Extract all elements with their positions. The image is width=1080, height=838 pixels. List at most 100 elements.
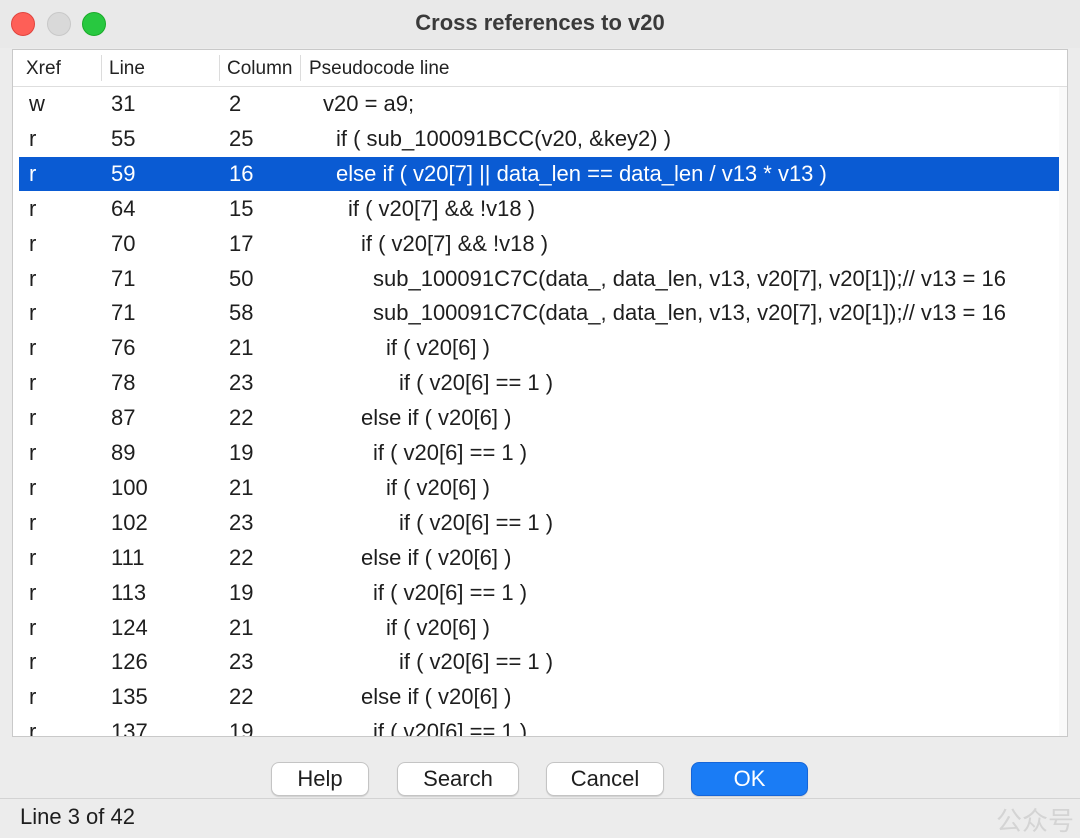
line-cell: 87 [111, 405, 136, 430]
table-row[interactable]: r 70 17 if ( v20[7] && !v18 ) [13, 227, 1067, 261]
column-header-line[interactable]: Line [109, 58, 145, 80]
pseudocode-cell: if ( v20[6] == 1 ) [399, 370, 554, 395]
table-row[interactable]: r 89 19 if ( v20[6] == 1 ) [13, 436, 1067, 470]
xref-table: Xref Line Column Pseudocode line w 31 2 v20… [12, 49, 1068, 737]
line-cell: 78 [111, 370, 136, 395]
table-row[interactable]: r 59 16 else if ( v20[7] || data_len == dat… [19, 157, 1067, 191]
xref-cell: r [29, 335, 37, 360]
column-cell: 22 [229, 684, 254, 709]
column-cell: 21 [229, 615, 254, 640]
table-row[interactable]: r 76 21 if ( v20[6] ) [13, 331, 1067, 365]
xref-cell: r [29, 545, 37, 570]
help-button[interactable]: Help [271, 762, 369, 796]
column-cell: 16 [229, 161, 254, 186]
pseudocode-cell: if ( sub_100091BCC(v20, &key2) ) [336, 126, 672, 151]
xref-cell: r [29, 580, 37, 605]
table-row[interactable]: r 111 22 else if ( v20[6] ) [13, 541, 1067, 575]
line-cell: 135 [111, 684, 148, 709]
xref-cell: r [29, 126, 37, 151]
xref-cell: r [29, 510, 37, 535]
pseudocode-cell: else if ( v20[7] || data_len == data_len… [336, 161, 827, 186]
xref-cell: r [29, 440, 37, 465]
table-row[interactable]: r 135 22 else if ( v20[6] ) [13, 680, 1067, 714]
column-header-xref[interactable]: Xref [26, 58, 61, 80]
table-row[interactable]: r 126 23 if ( v20[6] == 1 ) [13, 645, 1067, 679]
line-cell: 71 [111, 266, 136, 291]
xref-cell: r [29, 370, 37, 395]
column-divider[interactable] [101, 55, 102, 81]
xref-cell: w [29, 91, 45, 116]
column-cell: 23 [229, 370, 254, 395]
table-row[interactable]: w 31 2 v20 = a9; [13, 87, 1067, 121]
line-cell: 126 [111, 649, 148, 674]
ok-button[interactable]: OK [691, 762, 808, 796]
pseudocode-cell: if ( v20[6] ) [386, 335, 490, 360]
table-row[interactable]: r 78 23 if ( v20[6] == 1 ) [13, 366, 1067, 400]
pseudocode-cell: if ( v20[6] == 1 ) [399, 510, 554, 535]
column-header-pseudocode[interactable]: Pseudocode line [309, 58, 450, 80]
line-cell: 55 [111, 126, 136, 151]
line-cell: 64 [111, 196, 136, 221]
search-button[interactable]: Search [397, 762, 519, 796]
table-row[interactable]: r 124 21 if ( v20[6] ) [13, 611, 1067, 645]
table-row[interactable]: r 102 23 if ( v20[6] == 1 ) [13, 506, 1067, 540]
button-bar: Help Search Cancel OK [0, 762, 1080, 798]
pseudocode-cell: if ( v20[6] ) [386, 475, 490, 500]
table-row[interactable]: r 64 15 if ( v20[7] && !v18 ) [13, 192, 1067, 226]
xref-cell: r [29, 719, 37, 737]
xref-cell: r [29, 196, 37, 221]
table-row[interactable]: r 71 58 sub_100091C7C(data_, data_len, v13,… [13, 296, 1067, 330]
pseudocode-cell: if ( v20[7] && !v18 ) [361, 231, 549, 256]
pseudocode-cell: if ( v20[6] == 1 ) [373, 580, 528, 605]
line-cell: 124 [111, 615, 148, 640]
status-text: Line 3 of 42 [20, 804, 135, 829]
pseudocode-cell: else if ( v20[6] ) [361, 545, 512, 570]
pseudocode-cell: sub_100091C7C(data_, data_len, v13, v20[… [373, 300, 1006, 325]
vertical-scrollbar[interactable] [1059, 87, 1067, 736]
xref-cell: r [29, 615, 37, 640]
column-cell: 22 [229, 545, 254, 570]
line-cell: 70 [111, 231, 136, 256]
column-cell: 50 [229, 266, 254, 291]
cancel-button[interactable]: Cancel [546, 762, 664, 796]
table-row[interactable]: r 87 22 else if ( v20[6] ) [13, 401, 1067, 435]
column-divider[interactable] [300, 55, 301, 81]
table-row[interactable]: r 113 19 if ( v20[6] == 1 ) [13, 576, 1067, 610]
line-cell: 137 [111, 719, 148, 737]
line-cell: 89 [111, 440, 136, 465]
xref-cell: r [29, 649, 37, 674]
column-cell: 58 [229, 300, 254, 325]
column-cell: 21 [229, 475, 254, 500]
xref-cell: r [29, 405, 37, 430]
table-header: Xref Line Column Pseudocode line [13, 50, 1067, 87]
line-cell: 100 [111, 475, 148, 500]
line-cell: 31 [111, 91, 136, 116]
line-cell: 113 [111, 580, 147, 605]
column-cell: 22 [229, 405, 254, 430]
column-cell: 15 [229, 196, 254, 221]
column-cell: 19 [229, 580, 254, 605]
column-divider[interactable] [219, 55, 220, 81]
table-body: w 31 2 v20 = a9; r 55 25 if ( sub_100091BCC(v20… [13, 87, 1067, 737]
column-cell: 25 [229, 126, 254, 151]
line-cell: 111 [111, 545, 145, 570]
window-title: Cross references to v20 [415, 10, 665, 35]
xref-cell: r [29, 161, 37, 186]
title-bar[interactable]: Cross references to v20 [0, 0, 1080, 48]
line-cell: 71 [111, 300, 136, 325]
column-cell: 17 [229, 231, 254, 256]
table-row[interactable]: r 71 50 sub_100091C7C(data_, data_len, v13,… [13, 262, 1067, 296]
table-row[interactable]: r 137 19 if ( v20[6] == 1 ) [13, 715, 1067, 737]
column-header-column[interactable]: Column [227, 58, 292, 80]
column-cell: 21 [229, 335, 254, 360]
xref-cell: r [29, 300, 37, 325]
line-cell: 76 [111, 335, 136, 360]
watermark: 公众号 [995, 807, 1074, 837]
pseudocode-cell: if ( v20[6] == 1 ) [373, 719, 528, 737]
table-row[interactable]: r 100 21 if ( v20[6] ) [13, 471, 1067, 505]
pseudocode-cell: else if ( v20[6] ) [361, 684, 512, 709]
table-row[interactable]: r 55 25 if ( sub_100091BCC(v20, &key2) ) [13, 122, 1067, 156]
column-cell: 19 [229, 440, 254, 465]
xref-cell: r [29, 231, 37, 256]
pseudocode-cell: if ( v20[6] == 1 ) [373, 440, 528, 465]
